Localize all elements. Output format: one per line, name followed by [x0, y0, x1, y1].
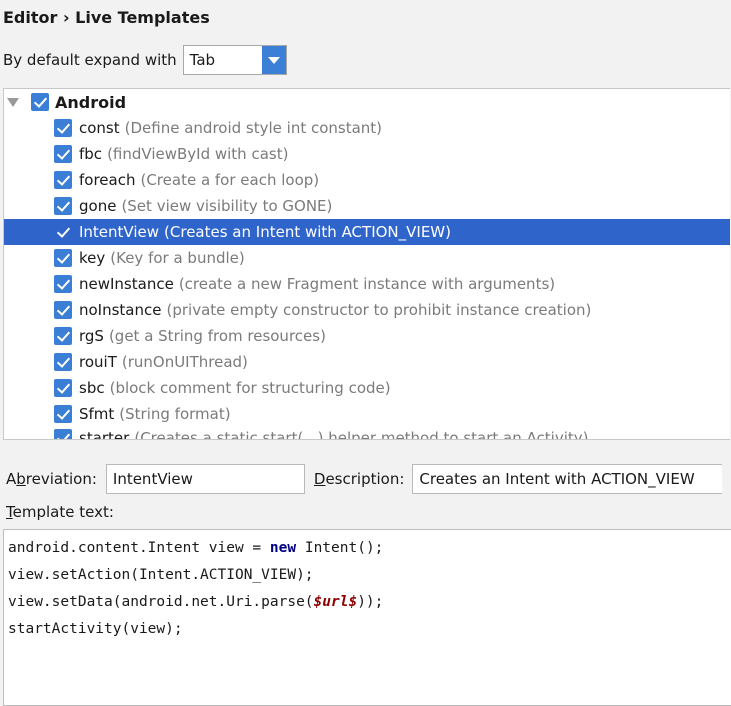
- template-description: (findViewById with cast): [107, 145, 289, 163]
- abbreviation-row: Abreviation: IntentView Description: Cre…: [6, 464, 731, 494]
- template-item[interactable]: key (Key for a bundle): [4, 245, 730, 271]
- breadcrumb: Editor › Live Templates: [3, 8, 210, 27]
- code-keyword: new: [269, 540, 297, 556]
- expand-triangle-icon[interactable]: [7, 97, 19, 107]
- template-name: sbc: [79, 379, 105, 397]
- template-description: (Creates an Intent with ACTION_VIEW): [164, 223, 451, 241]
- template-item[interactable]: IntentView (Creates an Intent with ACTION…: [4, 219, 730, 245]
- template-name: starter: [79, 429, 130, 440]
- template-name: const: [79, 119, 120, 137]
- code-text: Intent();: [296, 540, 384, 556]
- template-checkbox[interactable]: [54, 171, 72, 189]
- code-text: view.setData(android.net.Uri.parse(: [8, 594, 314, 610]
- template-text-editor[interactable]: android.content.Intent view = new Intent…: [3, 529, 731, 706]
- template-item[interactable]: Sfmt (String format): [4, 401, 730, 427]
- template-name: fbc: [79, 145, 103, 163]
- template-name: key: [79, 249, 106, 267]
- abbreviation-label: Abreviation:: [6, 470, 97, 488]
- template-checkbox[interactable]: [54, 223, 72, 241]
- template-name: rgS: [79, 327, 104, 345]
- code-text: startActivity(view);: [8, 621, 183, 637]
- template-checkbox[interactable]: [54, 145, 72, 163]
- template-checkbox[interactable]: [54, 327, 72, 345]
- template-list: const (Define android style int constant)…: [4, 115, 730, 440]
- template-name: noInstance: [79, 301, 162, 319]
- template-description: (block comment for structuring code): [109, 379, 391, 397]
- template-item[interactable]: fbc (findViewById with cast): [4, 141, 730, 167]
- template-description: (Define android style int constant): [124, 119, 383, 137]
- template-description: (private empty constructor to prohibit i…: [166, 301, 592, 319]
- template-checkbox[interactable]: [54, 379, 72, 397]
- template-item[interactable]: rgS (get a String from resources): [4, 323, 730, 349]
- template-item[interactable]: sbc (block comment for structuring code): [4, 375, 730, 401]
- template-description: (create a new Fragment instance with arg…: [178, 275, 556, 293]
- template-name: foreach: [79, 171, 136, 189]
- template-checkbox[interactable]: [54, 249, 72, 267]
- template-checkbox[interactable]: [54, 429, 72, 439]
- template-description: (Key for a bundle): [110, 249, 245, 267]
- expand-with-select[interactable]: Tab: [182, 45, 287, 75]
- description-field[interactable]: Creates an Intent with ACTION_VIEW: [412, 464, 723, 494]
- template-checkbox[interactable]: [54, 353, 72, 371]
- code-line: view.setAction(Intent.ACTION_VIEW);: [8, 562, 731, 589]
- code-text: android.content.Intent view =: [8, 540, 270, 556]
- template-item[interactable]: foreach (Create a for each loop): [4, 167, 730, 193]
- template-checkbox[interactable]: [54, 405, 72, 423]
- template-description: (Creates a static start(...) helper meth…: [134, 429, 589, 440]
- template-text-label: Template text:: [6, 503, 114, 521]
- template-description: (runOnUIThread): [121, 353, 248, 371]
- template-item[interactable]: const (Define android style int constant): [4, 115, 730, 141]
- abbreviation-field[interactable]: IntentView: [105, 464, 305, 494]
- expand-with-label: By default expand with: [3, 51, 177, 69]
- template-name: gone: [79, 197, 117, 215]
- template-checkbox[interactable]: [54, 119, 72, 137]
- group-name: Android: [55, 92, 127, 112]
- expand-with-row: By default expand with Tab: [3, 44, 287, 76]
- template-description: (Set view visibility to GONE): [121, 197, 333, 215]
- templates-tree[interactable]: Android const (Define android style int c…: [3, 88, 730, 440]
- template-description: (String format): [119, 405, 231, 423]
- description-label: Description:: [313, 470, 405, 488]
- code-line: android.content.Intent view = new Intent…: [8, 535, 731, 562]
- expand-with-value: Tab: [189, 51, 216, 69]
- template-item[interactable]: newInstance (create a new Fragment instan…: [4, 271, 730, 297]
- template-item[interactable]: noInstance (private empty constructor to …: [4, 297, 730, 323]
- template-name: rouiT: [79, 353, 117, 371]
- code-line: startActivity(view);: [8, 616, 731, 643]
- template-checkbox[interactable]: [54, 301, 72, 319]
- template-checkbox[interactable]: [54, 275, 72, 293]
- group-checkbox[interactable]: [31, 93, 49, 111]
- template-checkbox[interactable]: [54, 197, 72, 215]
- template-item[interactable]: gone (Set view visibility to GONE): [4, 193, 730, 219]
- code-text: view.setAction(Intent.ACTION_VIEW);: [8, 567, 314, 583]
- chevron-down-icon[interactable]: [261, 46, 286, 74]
- template-name: Sfmt: [79, 405, 115, 423]
- tree-group-android[interactable]: Android: [4, 89, 730, 115]
- template-item[interactable]: rouiT (runOnUIThread): [4, 349, 730, 375]
- code-variable: $url$: [313, 594, 358, 610]
- template-description: (get a String from resources): [108, 327, 326, 345]
- template-name: newInstance: [79, 275, 174, 293]
- template-item[interactable]: starter (Creates a static start(...) help…: [4, 427, 730, 440]
- code-line: view.setData(android.net.Uri.parse($url$…: [8, 589, 731, 616]
- template-description: (Create a for each loop): [140, 171, 320, 189]
- template-name: IntentView: [79, 223, 160, 241]
- code-text: ));: [357, 594, 384, 610]
